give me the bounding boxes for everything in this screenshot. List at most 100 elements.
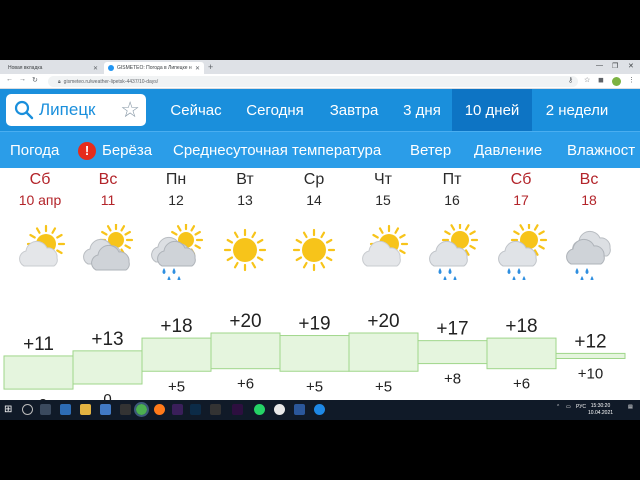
min-temp-label: +8: [444, 371, 461, 388]
day-date: 16: [444, 192, 460, 208]
word-icon[interactable]: [294, 404, 305, 415]
close-tab-icon[interactable]: ✕: [195, 65, 200, 72]
submenu-weather[interactable]: Погода: [10, 132, 59, 169]
max-temp-label: +11: [23, 334, 54, 355]
tab-2-weeks[interactable]: 2 недели: [532, 89, 622, 131]
temperature-chart: +11−2+130+18+5+20+6+19+5+20+5+17+8+18+6+…: [3, 311, 626, 408]
max-temp-label: +20: [367, 311, 399, 332]
cloudy-rain-icon: [151, 222, 204, 282]
weather-icon-cell: [351, 224, 415, 280]
extensions-icon[interactable]: ◼: [598, 76, 604, 84]
favorite-star-icon[interactable]: ☆: [120, 99, 140, 121]
profile-avatar[interactable]: [612, 77, 621, 86]
weather-icon-cell: [213, 224, 277, 280]
site-header: Липецк ☆ Сейчас Сегодня Завтра 3 дня 10 …: [0, 89, 640, 131]
weather-icon-cell: [282, 224, 346, 280]
day-of-week: Вт: [236, 171, 254, 188]
sun-icon: [223, 228, 267, 272]
day-column[interactable]: Вс 11: [76, 170, 140, 210]
tab-today[interactable]: Сегодня: [234, 89, 316, 131]
day-date: 17: [513, 192, 529, 208]
day-date: 13: [237, 192, 253, 208]
back-icon[interactable]: ←: [6, 76, 13, 83]
temp-range-bar: [3, 355, 74, 390]
browser-tab-new[interactable]: Новая вкладка ✕: [4, 62, 102, 74]
store-icon[interactable]: [100, 404, 111, 415]
temp-range-bar: [141, 337, 212, 372]
whatsapp-icon[interactable]: [254, 404, 265, 415]
temp-range-bar: [210, 332, 281, 370]
clock[interactable]: 15:30:20 10.04.2021: [588, 403, 613, 417]
max-temp-label: +18: [160, 316, 192, 337]
min-temp-label: +5: [375, 378, 392, 395]
weather-icon-cell: [489, 221, 553, 282]
start-icon[interactable]: ⊞: [4, 404, 15, 415]
task-view-icon[interactable]: [40, 404, 51, 415]
day-of-week: Чт: [374, 171, 392, 188]
day-date: 11: [100, 192, 116, 208]
tray-arrow-icon[interactable]: ⌃: [556, 404, 560, 410]
tab-title: Новая вкладка: [8, 65, 43, 71]
app-icon[interactable]: [60, 404, 71, 415]
tab-3-days[interactable]: 3 дня: [392, 89, 452, 131]
notifications-icon[interactable]: ▤: [628, 404, 633, 410]
clock-date: 10.04.2021: [588, 410, 614, 416]
day-column[interactable]: Сб 10 апр: [8, 170, 72, 210]
temp-range-bar: [486, 337, 557, 370]
maximize-icon[interactable]: ❐: [612, 62, 618, 70]
day-column[interactable]: Сб 17: [489, 170, 553, 210]
day-column[interactable]: Чт 15: [351, 170, 415, 210]
day-column[interactable]: Пн 12: [144, 170, 208, 210]
photoshop-icon[interactable]: [190, 404, 201, 415]
edge-icon[interactable]: [314, 404, 325, 415]
app-icon[interactable]: [274, 404, 285, 415]
city-search[interactable]: Липецк ☆: [6, 94, 146, 126]
day-column[interactable]: Вт 13: [213, 170, 277, 210]
lang-indicator[interactable]: РУС: [576, 404, 586, 410]
premiere-icon[interactable]: [172, 404, 183, 415]
clock-time: 15:30:20: [590, 403, 611, 409]
after-effects-icon[interactable]: [232, 404, 243, 415]
day-date: 18: [581, 192, 597, 208]
menu-dots-icon[interactable]: ⋮: [628, 76, 635, 84]
explorer-icon[interactable]: [80, 404, 91, 415]
day-column[interactable]: Пт 16: [420, 170, 484, 210]
weather-icon-cell: [8, 224, 72, 280]
tab-10-days[interactable]: 10 дней: [452, 89, 532, 131]
key-icon[interactable]: ⚷: [568, 76, 573, 84]
day-column[interactable]: Ср 14: [282, 170, 346, 210]
submenu-pressure[interactable]: Давление: [474, 132, 542, 169]
bookmark-star-icon[interactable]: ☆: [584, 76, 590, 84]
temp-range-bar: [72, 350, 143, 385]
minimize-icon[interactable]: —: [596, 62, 603, 69]
temp-range-bar: [279, 335, 350, 372]
tab-tomorrow[interactable]: Завтра: [316, 89, 392, 131]
tab-title: GISMETEO: Погода в Липецке н: [117, 65, 192, 71]
mostly-cloudy-icon: [83, 222, 134, 271]
close-window-icon[interactable]: ✕: [628, 62, 634, 70]
submenu-humidity[interactable]: Влажност: [567, 132, 635, 169]
close-tab-icon[interactable]: ✕: [93, 65, 98, 72]
min-temp-label: +10: [578, 366, 603, 383]
search-icon[interactable]: [22, 404, 33, 415]
day-column[interactable]: Вс 18: [557, 170, 621, 210]
submenu-wind[interactable]: Ветер: [410, 132, 451, 169]
forward-icon[interactable]: →: [19, 76, 26, 83]
temp-range-bar: [417, 340, 488, 365]
submenu-birch-pollen[interactable]: ! Берёза: [78, 132, 152, 169]
app-icon[interactable]: [210, 404, 221, 415]
tab-now[interactable]: Сейчас: [158, 89, 234, 131]
day-of-week: Вс: [98, 171, 118, 188]
browser-tab-gismeteo[interactable]: GISMETEO: Погода в Липецке н ✕: [104, 62, 204, 74]
max-temp-label: +13: [91, 329, 123, 350]
network-icon[interactable]: ▭: [566, 404, 571, 410]
chrome-icon[interactable]: [134, 402, 149, 417]
new-tab-icon[interactable]: +: [208, 62, 213, 72]
app-icon[interactable]: [120, 404, 131, 415]
reload-icon[interactable]: ↻: [32, 76, 38, 84]
temp-range-bar: [555, 352, 626, 360]
address-bar[interactable]: 🔒︎ gismeteo.ru/weather-lipetsk-4437/10-d…: [48, 76, 578, 87]
submenu-avg-temperature[interactable]: Среднесуточная температура: [173, 132, 381, 169]
day-date: 12: [168, 192, 184, 208]
firefox-icon[interactable]: [154, 404, 165, 415]
